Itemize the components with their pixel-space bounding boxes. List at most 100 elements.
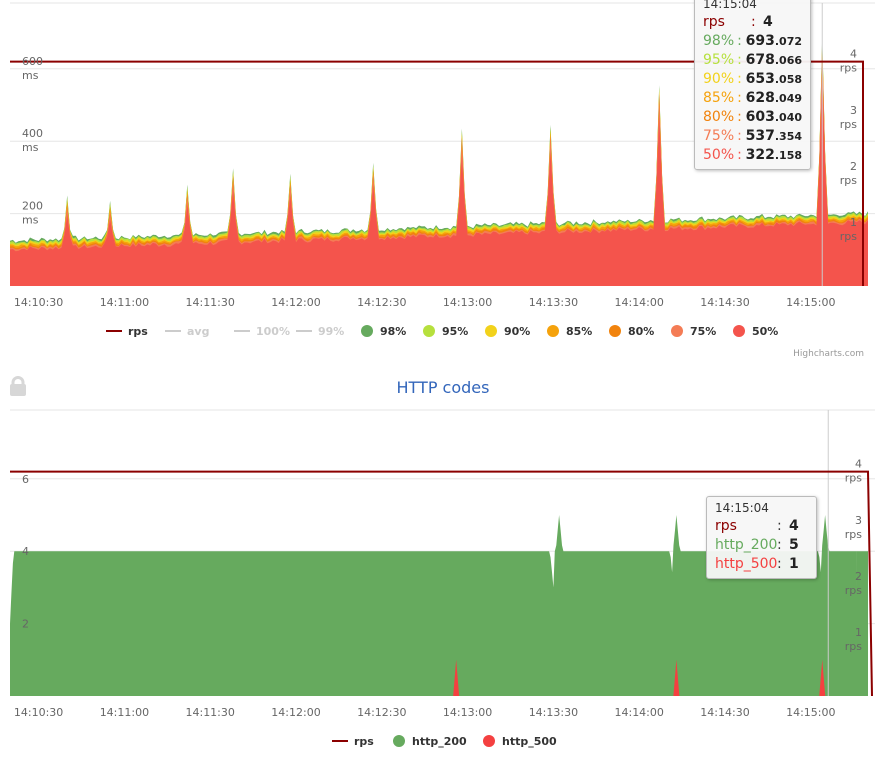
x-tick-label: 14:14:30 <box>700 296 749 309</box>
tooltip-row: 85%:628.049 <box>703 90 802 106</box>
x-tick-label: 14:13:00 <box>443 296 492 309</box>
tooltip-value: 603.040 <box>745 109 802 125</box>
x-tick-label: 14:13:00 <box>443 706 492 719</box>
y-right-tick-unit: rps <box>840 62 858 75</box>
tooltip-row: 75%:537.354 <box>703 128 802 144</box>
lock-icon[interactable] <box>10 376 26 397</box>
tooltip-label: rps <box>715 518 737 534</box>
legend-item-85pct: 85% <box>566 325 592 338</box>
y-tick-label: 4 <box>22 545 29 558</box>
tooltip-value: 628.049 <box>745 90 802 106</box>
legend-item-http_200: http_200 <box>412 735 467 748</box>
y-right-tick-unit: rps <box>845 472 863 485</box>
legend-item-80pct: 80% <box>628 325 654 338</box>
x-tick-label: 14:12:30 <box>357 296 406 309</box>
x-tick-label: 14:13:30 <box>529 706 578 719</box>
x-tick-label: 14:10:30 <box>14 706 63 719</box>
tooltip-value: 322.158 <box>745 147 802 163</box>
tooltip-label: 90% <box>703 71 735 87</box>
tooltip-value: 653.058 <box>745 71 802 87</box>
y-right-tick-label: 1 <box>855 626 862 639</box>
y-right-tick-label: 3 <box>855 514 862 527</box>
tooltip-row: rps:4 <box>703 14 773 30</box>
tooltip-row: rps:4 <box>715 518 799 534</box>
legend-item-75pct: 75% <box>690 325 716 338</box>
tooltip-row: 90%:653.058 <box>703 71 802 87</box>
x-tick-label: 14:14:00 <box>614 296 663 309</box>
tooltip-row: 50%:322.158 <box>703 147 802 163</box>
chart2-x-axis: 14:10:30 14:11:00 14:11:30 14:12:00 14:12:30… <box>14 706 836 719</box>
x-tick-label: 14:14:00 <box>614 706 663 719</box>
legend-item-50pct: 50% <box>752 325 778 338</box>
tooltip-row: http_200:5 <box>715 537 799 553</box>
tooltip-row: 95%:678.066 <box>703 52 802 68</box>
x-tick-label: 14:12:30 <box>357 706 406 719</box>
tooltip-value: 5 <box>789 537 799 553</box>
tooltip-label: 98% <box>703 33 735 49</box>
chart2-title: HTTP codes <box>397 378 490 397</box>
x-tick-label: 14:14:30 <box>700 706 749 719</box>
x-tick-label: 14:15:00 <box>786 706 835 719</box>
chart1-tooltip: 14:15:04 rps:4 98%:693.072 95%:678.066 90%:… <box>694 0 811 170</box>
chart1-legend: rps avg 100% 99% 98% 95% 90% 85% 80% 75% 50% <box>106 325 778 338</box>
y-tick-unit: ms <box>22 214 39 227</box>
tooltip-label: 85% <box>703 90 735 106</box>
x-tick-label: 14:15:00 <box>786 296 835 309</box>
tooltip-label: http_500 <box>715 556 778 572</box>
y-right-tick-label: 4 <box>850 48 857 61</box>
legend-item-100pct: 100% <box>256 325 290 338</box>
tooltip-time: 14:15:04 <box>703 0 757 11</box>
y-right-tick-unit: rps <box>840 174 858 187</box>
tooltip-value: 4 <box>789 518 799 534</box>
y-tick-unit: ms <box>22 141 39 154</box>
y-right-tick-label: 2 <box>850 160 857 173</box>
y-tick-unit: ms <box>22 69 39 82</box>
chart1-x-axis: 14:10:30 14:11:00 14:11:30 14:12:00 14:12:30… <box>14 296 836 309</box>
y-right-tick-unit: rps <box>840 230 858 243</box>
legend-symbol <box>361 325 373 337</box>
y-right-tick-label: 1 <box>850 216 857 229</box>
tooltip-row: 80%:603.040 <box>703 109 802 125</box>
legend-item-rps: rps <box>128 325 148 338</box>
legend-symbol <box>485 325 497 337</box>
y-right-tick-label: 2 <box>855 570 862 583</box>
x-tick-label: 14:13:30 <box>529 296 578 309</box>
tooltip-row: http_500:1 <box>715 556 799 572</box>
tooltip-row: 98%:693.072 <box>703 33 802 49</box>
legend-symbol <box>733 325 745 337</box>
y-right-tick-label: 4 <box>855 458 862 471</box>
legend-item-98pct: 98% <box>380 325 406 338</box>
y-tick-label: 200 <box>22 200 43 213</box>
legend-item-95pct: 95% <box>442 325 468 338</box>
credits-link[interactable]: Highcharts.com <box>793 349 864 359</box>
x-tick-label: 14:10:30 <box>14 296 63 309</box>
tooltip-label: http_200 <box>715 537 778 553</box>
y-tick-label: 2 <box>22 618 29 631</box>
legend-item-90pct: 90% <box>504 325 530 338</box>
tooltip-value: 693.072 <box>745 33 802 49</box>
tooltip-value: 4 <box>763 14 773 30</box>
legend-symbol <box>483 735 495 747</box>
tooltip-label: 50% <box>703 147 735 163</box>
x-tick-label: 14:11:30 <box>185 296 234 309</box>
tooltip-time: 14:15:04 <box>715 501 769 515</box>
y-tick-label: 400 <box>22 127 43 140</box>
y-tick-label: 600 <box>22 55 43 68</box>
legend-item-avg: avg <box>187 325 209 338</box>
y-right-tick-unit: rps <box>845 640 863 653</box>
tooltip-value: 1 <box>789 556 799 572</box>
x-tick-label: 14:11:00 <box>100 706 149 719</box>
y-right-tick-unit: rps <box>845 584 863 597</box>
tooltip-value: 678.066 <box>745 52 802 68</box>
y-tick-label: 6 <box>22 473 29 486</box>
x-tick-label: 14:12:00 <box>271 706 320 719</box>
chart2-tooltip: 14:15:04 rps:4 http_200:5 http_500:1 <box>706 496 817 579</box>
tooltip-label: 75% <box>703 128 735 144</box>
x-tick-label: 14:12:00 <box>271 296 320 309</box>
legend-item-rps: rps <box>354 735 374 748</box>
tooltip-value: 537.354 <box>745 128 802 144</box>
legend-symbol <box>547 325 559 337</box>
tooltip-label: 95% <box>703 52 735 68</box>
legend-symbol <box>393 735 405 747</box>
tooltip-label: rps <box>703 14 725 30</box>
